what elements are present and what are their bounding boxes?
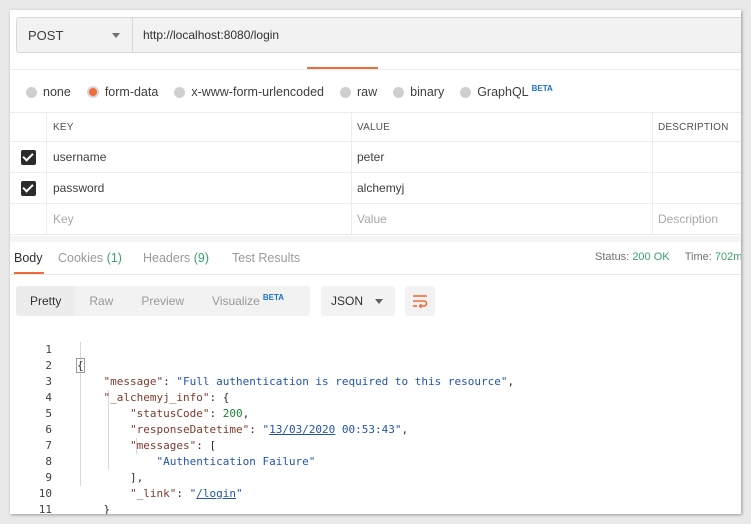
- radio-label: x-www-form-urlencoded: [191, 85, 324, 99]
- radio-x-www-form-urlencoded[interactable]: x-www-form-urlencoded: [174, 85, 324, 99]
- code-line: 11 }: [10, 486, 741, 514]
- time-value[interactable]: 702m: [715, 251, 741, 263]
- response-toolbar: Pretty Raw Preview Visualize BETA JSON: [16, 286, 435, 316]
- radio-icon: [460, 86, 472, 98]
- radio-label: none: [43, 85, 71, 99]
- code-line: 5 "responseDatetime": "13/03/2020 00:53:…: [10, 390, 741, 436]
- checkbox-column-header: [10, 113, 47, 141]
- row-checkbox-cell: [10, 173, 47, 203]
- key-cell[interactable]: password: [47, 173, 352, 203]
- radio-icon: [393, 86, 405, 98]
- view-mode-group: Pretty Raw Preview Visualize BETA: [16, 286, 310, 316]
- radio-icon: [340, 86, 351, 98]
- code-line: 7 "Authentication Failure": [10, 422, 741, 468]
- visualize-label: Visualize: [212, 294, 260, 308]
- format-select[interactable]: JSON: [321, 286, 395, 316]
- tab-test-results[interactable]: Test Results: [232, 251, 300, 265]
- radio-none[interactable]: none: [26, 85, 71, 99]
- table-row-new: Key Value Description: [10, 204, 741, 235]
- key-cell[interactable]: username: [47, 142, 352, 172]
- radio-form-data[interactable]: form-data: [86, 85, 159, 99]
- table-row: username peter: [10, 142, 741, 173]
- code-line: 2 "message": "Full authentication is req…: [10, 342, 741, 388]
- pretty-button[interactable]: Pretty: [16, 286, 76, 316]
- wrap-lines-button[interactable]: [405, 286, 435, 316]
- raw-button[interactable]: Raw: [75, 286, 127, 316]
- radio-raw[interactable]: raw: [340, 85, 377, 99]
- code-line: 9 "_link": "/login": [10, 454, 741, 500]
- radio-binary[interactable]: binary: [393, 85, 444, 99]
- count-badge: (1): [106, 251, 122, 265]
- visualize-button[interactable]: Visualize BETA: [198, 286, 298, 316]
- status-value[interactable]: 200 OK: [632, 251, 669, 263]
- url-input[interactable]: http://localhost:8080/login: [133, 17, 741, 53]
- radio-label: form-data: [104, 85, 159, 99]
- code-line: 10 }: [10, 470, 741, 514]
- description-cell[interactable]: [653, 142, 741, 172]
- postman-window: POST http://localhost:8080/login none fo…: [10, 10, 741, 514]
- format-label: JSON: [331, 294, 364, 308]
- code-line: 8 ],: [10, 438, 741, 484]
- value-input[interactable]: Value: [352, 204, 653, 234]
- status-label: Status:: [595, 251, 630, 263]
- response-body-editor[interactable]: 1 { 2 "message": "Full authentication is…: [10, 326, 741, 514]
- checkbox-checked-icon[interactable]: [20, 149, 36, 165]
- tab-headers[interactable]: Headers (9): [143, 251, 209, 265]
- form-data-table: KEY VALUE DESCRIPTION username peter pas…: [10, 112, 741, 235]
- description-cell[interactable]: [653, 173, 741, 203]
- value-column-header: VALUE: [352, 113, 653, 141]
- table-row: password alchemyj: [10, 173, 741, 204]
- row-checkbox-cell: [10, 142, 47, 172]
- radio-label: GraphQL: [477, 85, 529, 99]
- wrap-lines-icon: [413, 295, 428, 309]
- tab-cookies[interactable]: Cookies (1): [58, 251, 122, 265]
- response-meta: Status: 200 OK Time: 702m: [595, 251, 741, 263]
- checkbox-checked-icon[interactable]: [20, 180, 36, 196]
- time-label: Time:: [684, 251, 712, 263]
- response-tabs: Body Cookies (1) Headers (9) Test Result…: [10, 248, 741, 274]
- line-number: 11: [38, 503, 52, 514]
- count-badge: (9): [193, 251, 210, 265]
- table-header-row: KEY VALUE DESCRIPTION: [10, 112, 741, 142]
- divider: [10, 69, 741, 70]
- code-line: 4 "statusCode": 200,: [10, 374, 741, 420]
- chevron-down-icon: [112, 33, 120, 38]
- tab-body[interactable]: Body: [14, 251, 43, 265]
- radio-label: raw: [357, 85, 378, 99]
- radio-label: binary: [410, 85, 445, 99]
- radio-icon: [26, 86, 37, 98]
- code-text: }: [77, 503, 111, 514]
- method-select[interactable]: POST: [16, 17, 133, 53]
- value-cell[interactable]: alchemyj: [352, 173, 653, 203]
- key-column-header: KEY: [47, 113, 352, 141]
- code-line: 6 "messages": [: [10, 406, 741, 452]
- beta-badge: BETA: [262, 292, 285, 302]
- code-line: 3 "_alchemyj_info": {: [10, 358, 741, 404]
- key-input[interactable]: Key: [47, 204, 352, 234]
- radio-graphql[interactable]: GraphQL BETA: [460, 83, 553, 99]
- tab-label: Cookies: [58, 251, 104, 265]
- radio-checked-icon: [86, 86, 99, 98]
- body-type-radio-group: none form-data x-www-form-urlencoded raw…: [26, 82, 569, 102]
- method-label: POST: [28, 27, 64, 43]
- tab-label: Headers: [143, 251, 191, 265]
- code-line: 1 {: [10, 326, 741, 373]
- row-checkbox-cell: [10, 204, 47, 234]
- chevron-down-icon: [375, 299, 383, 304]
- description-input[interactable]: Description: [653, 204, 741, 234]
- beta-badge: BETA: [531, 83, 553, 93]
- radio-icon: [174, 86, 186, 98]
- request-line: POST http://localhost:8080/login: [16, 17, 741, 53]
- description-column-header: DESCRIPTION: [658, 121, 729, 133]
- preview-button[interactable]: Preview: [127, 286, 198, 316]
- value-cell[interactable]: peter: [352, 142, 653, 172]
- divider: [10, 274, 741, 275]
- section-separator: [10, 236, 741, 242]
